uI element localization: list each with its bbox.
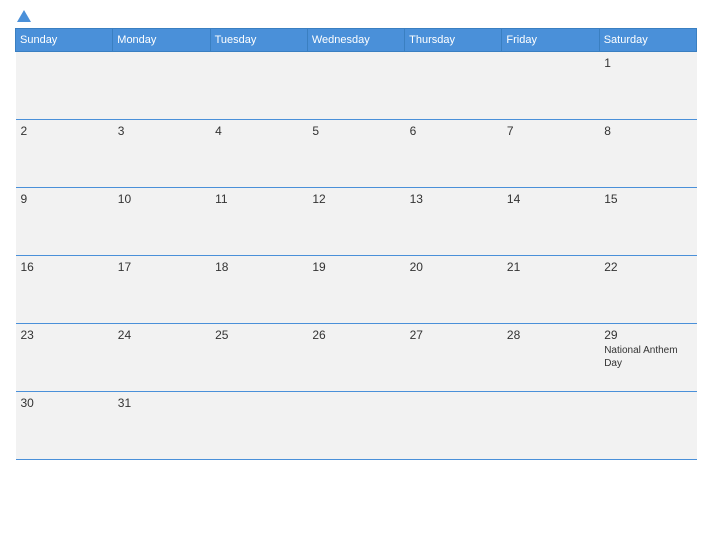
day-number: 24 — [118, 328, 205, 342]
calendar-cell: 21 — [502, 256, 599, 324]
calendar-cell: 19 — [307, 256, 404, 324]
calendar-header — [15, 10, 697, 20]
day-number: 5 — [312, 124, 399, 138]
day-number: 17 — [118, 260, 205, 274]
day-number: 30 — [21, 396, 108, 410]
calendar-cell — [113, 52, 210, 120]
calendar-cell — [307, 392, 404, 460]
calendar-cell: 28 — [502, 324, 599, 392]
day-number: 11 — [215, 192, 302, 206]
calendar-cell: 29 National Anthem Day — [599, 324, 696, 392]
calendar-container: SundayMondayTuesdayWednesdayThursdayFrid… — [0, 0, 712, 550]
calendar-table: SundayMondayTuesdayWednesdayThursdayFrid… — [15, 28, 697, 460]
day-number: 22 — [604, 260, 691, 274]
calendar-cell: 4 — [210, 120, 307, 188]
day-number: 28 — [507, 328, 594, 342]
event-label: National Anthem Day — [604, 345, 677, 369]
day-number: 1 — [604, 56, 691, 70]
day-number: 19 — [312, 260, 399, 274]
calendar-cell: 22 — [599, 256, 696, 324]
calendar-week-row: 16 17 18 19 20 21 22 — [16, 256, 697, 324]
day-number: 26 — [312, 328, 399, 342]
logo — [15, 10, 33, 20]
weekday-header-sunday: Sunday — [16, 29, 113, 52]
calendar-week-row: 2345678 — [16, 120, 697, 188]
calendar-cell: 23 — [16, 324, 113, 392]
day-number: 31 — [118, 396, 205, 410]
day-number: 29 — [604, 328, 691, 342]
logo-triangle-icon — [17, 10, 31, 22]
day-number: 23 — [21, 328, 108, 342]
calendar-cell: 15 — [599, 188, 696, 256]
calendar-cell: 8 — [599, 120, 696, 188]
calendar-cell: 24 — [113, 324, 210, 392]
weekday-header-thursday: Thursday — [405, 29, 502, 52]
calendar-cell: 7 — [502, 120, 599, 188]
calendar-cell: 20 — [405, 256, 502, 324]
weekday-header-wednesday: Wednesday — [307, 29, 404, 52]
calendar-cell — [16, 52, 113, 120]
calendar-cell: 11 — [210, 188, 307, 256]
day-number: 6 — [410, 124, 497, 138]
calendar-cell — [599, 392, 696, 460]
day-number: 21 — [507, 260, 594, 274]
calendar-cell: 27 — [405, 324, 502, 392]
calendar-cell: 13 — [405, 188, 502, 256]
day-number: 10 — [118, 192, 205, 206]
calendar-week-row: 9 10 11 12 13 14 15 — [16, 188, 697, 256]
calendar-cell: 16 — [16, 256, 113, 324]
calendar-cell: 9 — [16, 188, 113, 256]
calendar-week-row: 1 — [16, 52, 697, 120]
day-number: 3 — [118, 124, 205, 138]
day-number: 18 — [215, 260, 302, 274]
calendar-cell: 3 — [113, 120, 210, 188]
calendar-cell: 31 — [113, 392, 210, 460]
calendar-cell: 2 — [16, 120, 113, 188]
day-number: 20 — [410, 260, 497, 274]
calendar-cell — [210, 52, 307, 120]
day-number: 25 — [215, 328, 302, 342]
calendar-week-row: 30 31 — [16, 392, 697, 460]
calendar-cell — [405, 52, 502, 120]
day-number: 4 — [215, 124, 302, 138]
day-number: 8 — [604, 124, 691, 138]
calendar-cell: 26 — [307, 324, 404, 392]
calendar-cell: 30 — [16, 392, 113, 460]
calendar-cell — [502, 392, 599, 460]
day-number: 12 — [312, 192, 399, 206]
calendar-week-row: 23 24 25 26 27 28 29 National Anthem Day — [16, 324, 697, 392]
calendar-cell: 25 — [210, 324, 307, 392]
calendar-cell: 14 — [502, 188, 599, 256]
day-number: 7 — [507, 124, 594, 138]
calendar-cell — [307, 52, 404, 120]
calendar-cell: 5 — [307, 120, 404, 188]
weekday-header-saturday: Saturday — [599, 29, 696, 52]
calendar-cell — [210, 392, 307, 460]
day-number: 16 — [21, 260, 108, 274]
day-number: 15 — [604, 192, 691, 206]
calendar-cell — [405, 392, 502, 460]
weekday-header-row: SundayMondayTuesdayWednesdayThursdayFrid… — [16, 29, 697, 52]
day-number: 27 — [410, 328, 497, 342]
weekday-header-friday: Friday — [502, 29, 599, 52]
calendar-cell: 6 — [405, 120, 502, 188]
day-number: 14 — [507, 192, 594, 206]
calendar-cell: 10 — [113, 188, 210, 256]
calendar-cell — [502, 52, 599, 120]
weekday-header-tuesday: Tuesday — [210, 29, 307, 52]
calendar-cell: 17 — [113, 256, 210, 324]
day-number: 2 — [21, 124, 108, 138]
weekday-header-monday: Monday — [113, 29, 210, 52]
day-number: 13 — [410, 192, 497, 206]
day-number: 9 — [21, 192, 108, 206]
calendar-cell: 1 — [599, 52, 696, 120]
calendar-cell: 12 — [307, 188, 404, 256]
calendar-cell: 18 — [210, 256, 307, 324]
